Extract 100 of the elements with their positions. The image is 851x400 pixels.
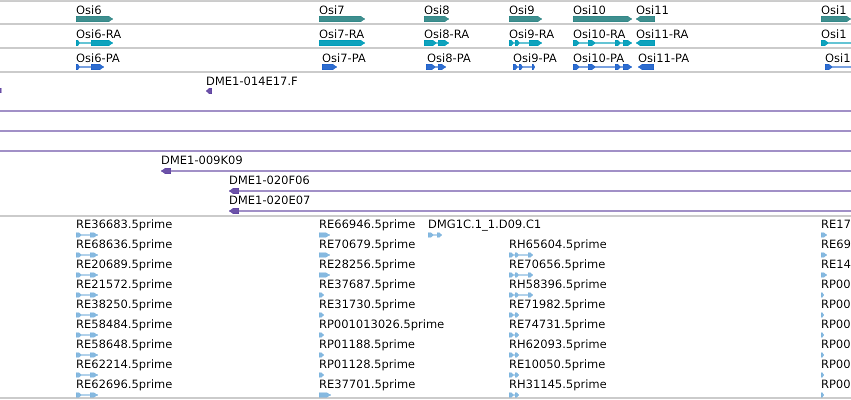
protein-glyph[interactable] [76, 64, 104, 70]
feature-label: RE58484.5prime [76, 317, 172, 331]
est-glyph[interactable] [821, 332, 824, 338]
feature-label: Osi11-RA [636, 27, 688, 41]
est-glyph[interactable] [76, 332, 98, 338]
transcript-glyph[interactable] [319, 40, 365, 46]
gene-glyph[interactable] [821, 16, 851, 22]
transcript-glyph[interactable] [636, 40, 655, 46]
transcript-glyph[interactable] [424, 40, 449, 46]
transcript-glyph[interactable] [821, 40, 851, 46]
clone-glyph[interactable] [161, 168, 851, 174]
est-glyph[interactable] [76, 352, 98, 358]
protein-glyph[interactable] [513, 64, 535, 70]
est-glyph[interactable] [319, 372, 324, 378]
gene-glyph[interactable] [76, 16, 113, 22]
est-glyph[interactable] [319, 252, 330, 258]
gene-glyph[interactable] [509, 16, 542, 22]
feature-label: Osi10-RA [573, 27, 626, 41]
est-glyph[interactable] [319, 332, 324, 338]
est-glyph[interactable] [821, 312, 824, 318]
transcript-glyph[interactable] [573, 40, 632, 46]
feature-label: RP01188.5prime [319, 337, 415, 351]
transcript-glyph[interactable] [509, 40, 542, 46]
feature-label: Osi10-PA [573, 51, 624, 65]
gene-glyph[interactable] [573, 16, 632, 22]
est-glyph[interactable] [821, 392, 824, 398]
clone-glyph[interactable] [229, 188, 851, 194]
est-glyph[interactable] [821, 232, 827, 238]
feature-label: RE71982.5prime [509, 297, 606, 311]
feature-label: Osi9-RA [509, 27, 554, 41]
est-glyph[interactable] [821, 272, 827, 278]
feature-label: Osi6 [76, 3, 102, 17]
est-glyph[interactable] [509, 372, 519, 378]
est-glyph[interactable] [509, 392, 519, 398]
protein-glyph[interactable] [573, 64, 632, 70]
est-glyph[interactable] [428, 232, 442, 238]
feature-label: RE21572.5prime [76, 277, 172, 291]
est-glyph[interactable] [76, 232, 98, 238]
est-glyph[interactable] [319, 232, 330, 238]
est-glyph[interactable] [509, 332, 519, 338]
est-glyph[interactable] [509, 252, 533, 258]
clone-glyph[interactable] [206, 88, 212, 94]
feature-label: RE69 [821, 237, 851, 251]
est-glyph[interactable] [821, 372, 824, 378]
feature-label: RE68636.5prime [76, 237, 172, 251]
est-glyph[interactable] [76, 292, 98, 298]
est-glyph[interactable] [509, 312, 519, 318]
feature-label: RP00 [821, 317, 851, 331]
feature-label: Osi8 [424, 3, 450, 17]
feature-label: RE37687.5prime [319, 277, 416, 291]
feature-label: RE62214.5prime [76, 357, 172, 371]
protein-glyph[interactable] [322, 64, 337, 70]
feature-label: Osi7-RA [319, 27, 364, 41]
feature-label: Osi7 [319, 3, 345, 17]
feature-label: Osi11-PA [638, 51, 690, 65]
est-glyph[interactable] [821, 352, 824, 358]
feature-label: RH62093.5prime [509, 337, 607, 351]
feature-label: RP00 [821, 377, 851, 391]
est-glyph[interactable] [319, 312, 324, 318]
protein-glyph[interactable] [638, 64, 654, 70]
clone-glyph[interactable] [229, 208, 851, 214]
est-glyph[interactable] [76, 372, 98, 378]
feature-label: DME1-020E07 [229, 193, 310, 207]
est-glyph[interactable] [509, 272, 533, 278]
feature-label: Osi8-PA [427, 51, 471, 65]
feature-label: Osi6-RA [76, 27, 122, 41]
gene-glyph[interactable] [424, 16, 449, 22]
est-glyph[interactable] [319, 292, 324, 298]
est-glyph[interactable] [821, 252, 827, 258]
feature-label: Osi8-RA [424, 27, 470, 41]
feature-label: Osi11 [636, 3, 669, 17]
feature-label: RE20689.5prime [76, 257, 172, 271]
est-glyph[interactable] [76, 272, 98, 278]
feature-label: RP01128.5prime [319, 357, 415, 371]
est-glyph[interactable] [319, 272, 330, 278]
gene-glyph[interactable] [636, 16, 655, 22]
transcript-glyph[interactable] [76, 40, 113, 46]
feature-label: RE66946.5prime [319, 217, 416, 231]
gene-glyph[interactable] [319, 16, 365, 22]
feature-label: RP00 [821, 297, 851, 311]
feature-label: RE14 [821, 257, 851, 271]
feature-label: Osi9 [509, 3, 535, 17]
est-glyph[interactable] [76, 312, 98, 318]
protein-glyph[interactable] [426, 64, 446, 70]
est-glyph[interactable] [509, 352, 519, 358]
feature-label: RE10050.5prime [509, 357, 606, 371]
est-glyph[interactable] [509, 292, 533, 298]
feature-label: Osi1 [821, 3, 847, 17]
feature-label: RE62696.5prime [76, 377, 172, 391]
protein-glyph[interactable] [825, 64, 851, 70]
est-glyph[interactable] [76, 252, 98, 258]
est-glyph[interactable] [319, 392, 331, 398]
feature-label: Osi1 [821, 27, 847, 41]
feature-label: RE17 [821, 217, 851, 231]
est-glyph[interactable] [319, 352, 324, 358]
feature-label: RE70679.5prime [319, 237, 416, 251]
feature-label: DME1-014E17.F [206, 74, 298, 88]
feature-label: RE36683.5prime [76, 217, 172, 231]
est-glyph[interactable] [76, 392, 98, 398]
est-glyph[interactable] [821, 292, 824, 298]
